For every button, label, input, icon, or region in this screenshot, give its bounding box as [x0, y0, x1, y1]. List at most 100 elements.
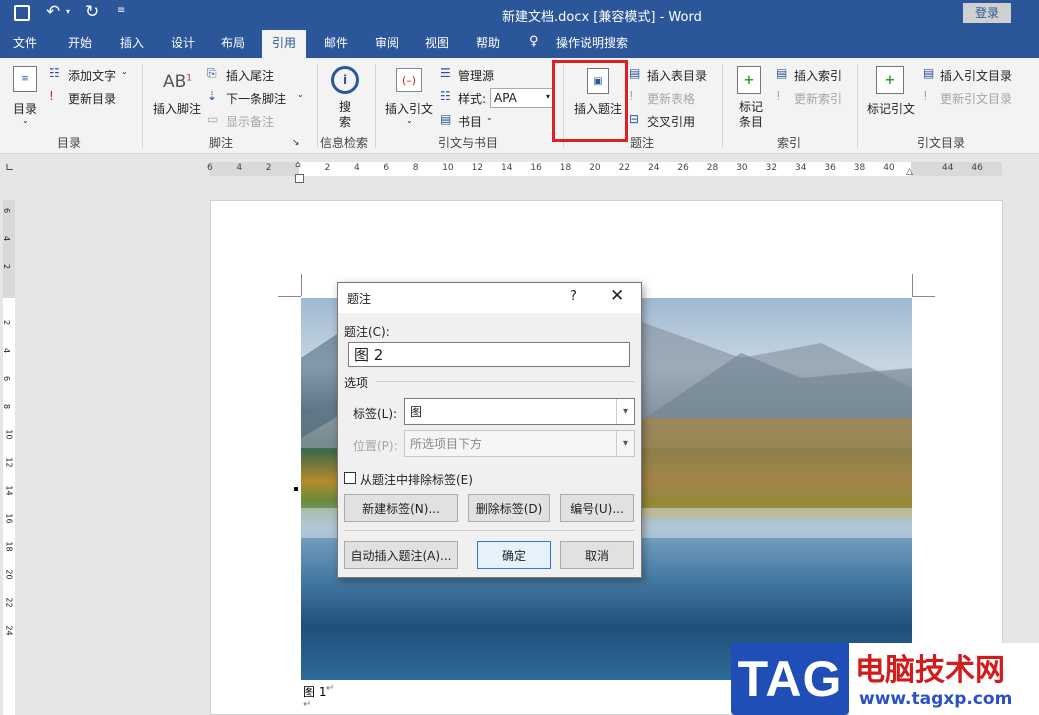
ribbon-tabs: 文件 开始 插入 设计 布局 引用 邮件 审阅 视图 帮助 ♀ 操作说明搜索	[0, 28, 1039, 58]
hanging-indent-marker-icon[interactable]	[295, 174, 304, 183]
undo-icon[interactable]: ↶	[46, 2, 60, 22]
tab-file[interactable]: 文件	[13, 34, 37, 51]
bibliography-button[interactable]: 书目	[458, 113, 482, 130]
exclude-label-text[interactable]: 从题注中排除标签(E)	[360, 471, 473, 488]
ruler-tick-label: 18	[559, 163, 572, 173]
position-select[interactable]: 所选项目下方 ▾	[404, 430, 635, 457]
style-select[interactable]: APA ▾	[490, 88, 554, 108]
ruler-tick-label: 14	[501, 163, 513, 173]
numbering-button[interactable]: 编号(U)...	[560, 494, 634, 522]
ruler-tick-label: 22	[618, 163, 631, 173]
mark-entry-button[interactable]: 标记条目	[739, 100, 765, 130]
buttons-divider	[344, 530, 634, 531]
separator	[722, 64, 723, 148]
figure-caption[interactable]: 图 1	[303, 683, 326, 700]
insert-toa-button[interactable]: 插入引文目录	[940, 67, 1012, 84]
insert-table-of-figures-icon: ▤	[629, 66, 641, 80]
customize-qat-icon[interactable]: ≡	[117, 5, 125, 16]
right-indent-marker-icon[interactable]: △	[906, 167, 913, 177]
chevron-down-icon[interactable]: ▾	[616, 399, 634, 424]
cancel-button[interactable]: 取消	[560, 541, 634, 569]
tab-stop-selector[interactable]: ∟	[5, 162, 17, 174]
close-icon[interactable]: ✕	[610, 286, 624, 306]
search-button[interactable]: 搜索	[339, 100, 353, 130]
chevron-down-icon[interactable]: ▾	[616, 431, 634, 456]
undo-dropdown-icon[interactable]: ▾	[66, 7, 70, 16]
insert-citation-button[interactable]: 插入引文	[385, 100, 433, 117]
bibliography-dropdown-icon[interactable]: ⌄	[486, 113, 493, 122]
tab-references[interactable]: 引用	[262, 30, 307, 58]
group-captions-label: 题注	[630, 136, 655, 150]
caption-dialog: 题注 ? ✕ 题注(C): 图 2 选项 标签(L): 图 ▾ 位置(P): 所…	[337, 282, 642, 578]
tab-view[interactable]: 视图	[425, 34, 449, 51]
insert-table-of-figures-button[interactable]: 插入表目录	[647, 67, 707, 84]
group-authorities-label: 引文目录	[917, 136, 966, 150]
next-footnote-button[interactable]: 下一条脚注	[226, 90, 286, 107]
indent-marker-icon[interactable]: ⌂	[295, 160, 301, 170]
vruler-tick-label: 24	[4, 625, 14, 636]
update-toa-icon: !	[923, 89, 928, 103]
toc-button[interactable]: 目录	[13, 100, 37, 117]
help-icon[interactable]: ?	[570, 289, 577, 304]
insert-footnote-button[interactable]: 插入脚注	[153, 100, 201, 117]
paragraph-mark-icon: ↵	[303, 699, 312, 710]
delete-label-button[interactable]: 删除标签(D)	[468, 494, 550, 522]
cross-reference-button[interactable]: 交叉引用	[647, 113, 695, 130]
ruler-tick-label: 4	[354, 163, 360, 173]
tab-insert[interactable]: 插入	[120, 34, 144, 51]
ok-button[interactable]: 确定	[477, 541, 551, 569]
insert-citation-dropdown-icon[interactable]: ⌄	[406, 116, 413, 125]
insert-endnote-button[interactable]: 插入尾注	[226, 67, 274, 84]
next-footnote-dropdown-icon[interactable]: ⌄	[297, 90, 304, 99]
add-text-dropdown-icon[interactable]: ⌄	[121, 67, 128, 76]
separator	[142, 64, 143, 148]
ruler-tick-label: 32	[765, 163, 778, 173]
update-table-icon: !	[629, 89, 634, 103]
new-label-button[interactable]: 新建标签(N)...	[344, 494, 458, 522]
save-icon[interactable]	[14, 5, 30, 21]
vruler-tick-label: 4	[2, 235, 12, 242]
tag-logo-text: TAG	[737, 651, 843, 707]
ruler-tick-label: 20	[589, 163, 601, 173]
tab-design[interactable]: 设计	[171, 34, 195, 51]
tab-mailings[interactable]: 邮件	[324, 34, 348, 51]
update-toa-button[interactable]: 更新引文目录	[940, 90, 1012, 107]
footnote-dialog-launcher-icon[interactable]: ↘	[292, 138, 300, 148]
tab-home[interactable]: 开始	[68, 34, 92, 51]
update-toc-button[interactable]: 更新目录	[68, 90, 116, 107]
vertical-ruler[interactable]: 6 4 2 2 4 6 8 10 12 14 16 18 20 22 24	[0, 200, 16, 715]
horizontal-ruler[interactable]: 6 4 2 2 4 6 8 10 12 14 16 18 20 22 24 26 28 30 32 34 36 38 40 4…	[207, 160, 1002, 177]
insert-index-button[interactable]: 插入索引	[794, 67, 842, 84]
next-footnote-icon: ⇣	[207, 89, 218, 103]
update-table-button[interactable]: 更新表格	[647, 90, 695, 107]
ruler-margin-left	[209, 162, 299, 176]
separator	[857, 64, 858, 148]
autocaption-button[interactable]: 自动插入题注(A)...	[344, 541, 458, 569]
update-index-button[interactable]: 更新索引	[794, 90, 842, 107]
caption-input[interactable]: 图 2	[348, 342, 630, 367]
manage-sources-button[interactable]: 管理源	[458, 67, 494, 84]
separator	[375, 64, 376, 148]
redo-icon[interactable]: ↻	[85, 2, 99, 22]
selection-handle[interactable]	[294, 487, 298, 491]
login-button[interactable]: 登录	[963, 3, 1011, 23]
label-select[interactable]: 图 ▾	[404, 398, 635, 425]
tab-review[interactable]: 审阅	[375, 34, 399, 51]
ribbon-references: ≡ 目录 ⌄ ☷ 添加文字 ⌄ ! 更新目录 目录 AB1 插入脚注 ⎘ 插入尾…	[0, 58, 1039, 154]
show-notes-button[interactable]: 显示备注	[226, 113, 274, 130]
toc-dropdown-icon[interactable]: ⌄	[22, 116, 29, 125]
ruler-tick-label: 34	[795, 163, 807, 173]
caption-input-value: 图 2	[354, 346, 384, 364]
tag-logo: TAG	[731, 643, 849, 715]
exclude-label-checkbox[interactable]	[344, 472, 356, 484]
style-icon: ☷	[440, 89, 451, 103]
dialog-title: 题注	[347, 292, 372, 306]
mark-citation-button[interactable]: 标记引文	[867, 100, 915, 117]
tab-layout[interactable]: 布局	[221, 34, 245, 51]
tell-me-search[interactable]: 操作说明搜索	[556, 34, 628, 51]
mark-citation-icon: +	[876, 66, 904, 94]
tab-help[interactable]: 帮助	[476, 34, 500, 51]
add-text-button[interactable]: 添加文字	[68, 67, 116, 84]
vruler-tick-label: 18	[4, 541, 14, 552]
bibliography-icon: ▤	[440, 112, 452, 126]
